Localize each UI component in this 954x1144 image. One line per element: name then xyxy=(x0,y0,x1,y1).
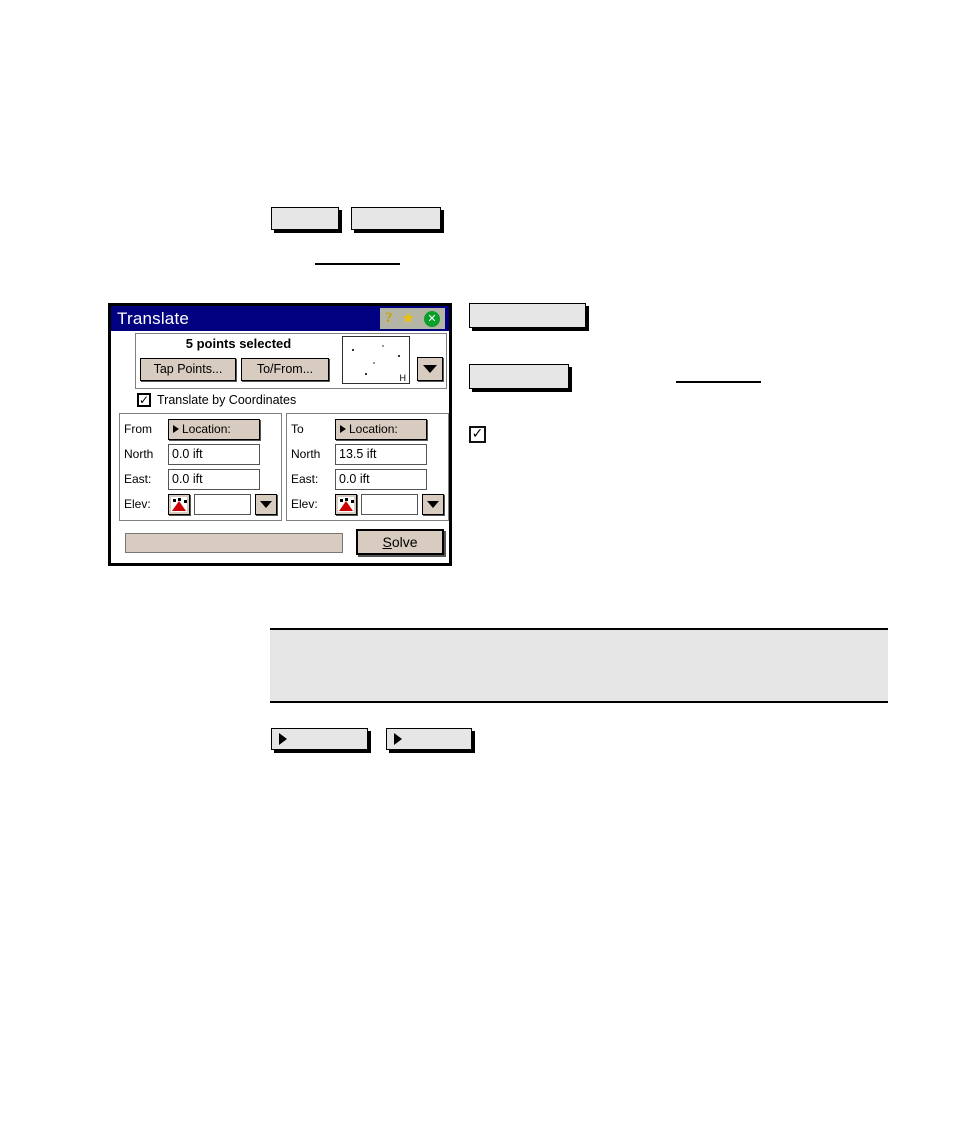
chevron-down-icon xyxy=(423,365,437,373)
to-panel: To Location: North 13.5 ift East: 0.0 if… xyxy=(286,413,449,521)
to-east-label: East: xyxy=(291,472,319,486)
dialog-titlebar: Translate ? ★ ✕ xyxy=(111,306,449,331)
from-east-input[interactable]: 0.0 ift xyxy=(168,468,260,490)
to-north-label: North xyxy=(291,447,321,461)
thumbnail-point xyxy=(382,345,384,347)
dialog-title: Translate xyxy=(117,308,190,328)
chevron-down-icon xyxy=(260,500,273,508)
to-from-button[interactable]: To/From... xyxy=(241,358,329,381)
tap-points-button[interactable]: Tap Points... xyxy=(140,358,236,381)
help-icon[interactable]: ? xyxy=(385,311,393,326)
from-elev-input[interactable] xyxy=(193,493,252,515)
solve-button-accel: S xyxy=(382,534,392,550)
to-elev-dropdown-button[interactable] xyxy=(422,493,444,515)
from-group-label: From xyxy=(124,422,152,436)
from-north-label: North xyxy=(124,447,154,461)
translate-dialog: Translate ? ★ ✕ 5 points selected Tap Po… xyxy=(108,303,452,566)
from-east-label: East: xyxy=(124,472,152,486)
to-location-row: To Location: xyxy=(291,418,444,440)
thumbnail-point xyxy=(398,355,400,357)
to-group-label: To xyxy=(291,422,304,436)
from-location-button[interactable]: Location: xyxy=(168,418,260,440)
elev-icon-dot xyxy=(345,497,348,501)
placeholder-button-bottom-1[interactable] xyxy=(271,728,368,750)
placeholder-button-right-1[interactable] xyxy=(469,303,586,328)
elev-icon-dot xyxy=(178,497,181,501)
from-location-button-label: Location: xyxy=(182,421,231,436)
to-elev-label: Elev: xyxy=(291,497,318,511)
from-north-row: North 0.0 ift xyxy=(124,443,277,465)
status-bar xyxy=(125,533,343,553)
to-location-button-label: Location: xyxy=(349,421,398,436)
points-preview-thumbnail[interactable]: H xyxy=(342,336,410,384)
from-elevation-picker-icon[interactable] xyxy=(168,493,190,515)
translate-by-coordinates-label: Translate by Coordinates xyxy=(157,393,297,407)
points-view-dropdown-button[interactable] xyxy=(417,357,443,381)
close-icon[interactable]: ✕ xyxy=(424,310,440,327)
solve-button-label: olve xyxy=(391,534,418,550)
to-north-input[interactable]: 13.5 ift xyxy=(335,443,427,465)
from-elev-label: Elev: xyxy=(124,497,151,511)
to-elev-row: Elev: xyxy=(291,493,444,515)
titlebar-icon-group: ? ★ ✕ xyxy=(380,308,445,329)
thumbnail-orientation-label: H xyxy=(399,373,407,383)
placeholder-content-block xyxy=(270,628,888,703)
underline-rule-top xyxy=(315,263,400,265)
underline-rule-right xyxy=(676,381,761,383)
from-north-input[interactable]: 0.0 ift xyxy=(168,443,260,465)
to-east-row: East: 0.0 ift xyxy=(291,468,444,490)
from-location-row: From Location: xyxy=(124,418,277,440)
from-elev-row: Elev: xyxy=(124,493,277,515)
from-to-panels: From Location: North 0.0 ift East: 0.0 i… xyxy=(119,413,449,521)
thumbnail-point xyxy=(365,373,367,375)
to-north-row: North 13.5 ift xyxy=(291,443,444,465)
thumbnail-point xyxy=(373,362,375,364)
solve-button[interactable]: Solve xyxy=(356,529,444,555)
from-panel: From Location: North 0.0 ift East: 0.0 i… xyxy=(119,413,282,521)
to-east-input[interactable]: 0.0 ift xyxy=(335,468,427,490)
placeholder-button-right-2[interactable] xyxy=(469,364,569,389)
dialog-body: 5 points selected Tap Points... To/From.… xyxy=(111,331,449,563)
triangle-right-icon xyxy=(340,424,346,433)
placeholder-button-bottom-2[interactable] xyxy=(386,728,472,750)
triangle-right-icon xyxy=(173,424,179,433)
elev-icon-dot xyxy=(340,498,343,502)
translate-by-coordinates-checkbox[interactable]: ✓ xyxy=(137,393,151,407)
triangle-right-icon xyxy=(394,733,402,745)
triangle-right-icon xyxy=(279,733,287,745)
elev-icon-dot xyxy=(351,499,354,503)
chevron-down-icon xyxy=(427,500,440,508)
from-east-row: East: 0.0 ift xyxy=(124,468,277,490)
translate-by-coordinates-row[interactable]: ✓ Translate by Coordinates xyxy=(137,393,296,407)
to-elevation-picker-icon[interactable] xyxy=(335,493,357,515)
to-location-button[interactable]: Location: xyxy=(335,418,427,440)
placeholder-button-top-2[interactable] xyxy=(351,207,441,230)
placeholder-button-top-1[interactable] xyxy=(271,207,339,230)
placeholder-checkbox[interactable]: ✓ xyxy=(469,426,486,443)
points-selected-label: 5 points selected xyxy=(185,336,292,351)
favorite-star-icon[interactable]: ★ xyxy=(402,311,415,326)
to-elev-input[interactable] xyxy=(360,493,419,515)
elev-icon-dot xyxy=(173,498,176,502)
points-selection-panel: 5 points selected Tap Points... To/From.… xyxy=(135,333,447,389)
points-button-row: Tap Points... To/From... xyxy=(140,358,329,381)
thumbnail-point xyxy=(352,349,354,351)
elev-icon-dot xyxy=(184,499,187,503)
from-elev-dropdown-button[interactable] xyxy=(255,493,277,515)
